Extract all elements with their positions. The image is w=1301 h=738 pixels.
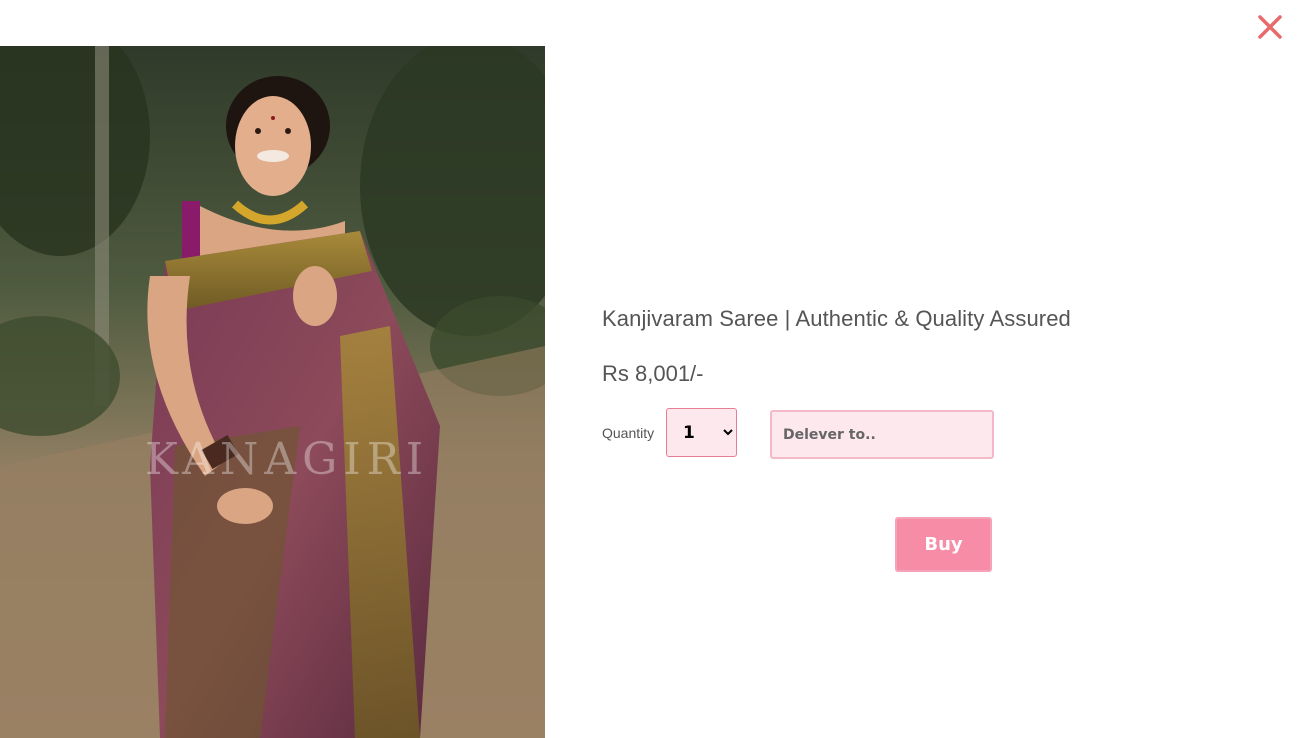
quantity-label: Quantity <box>602 425 655 441</box>
watermark-text: KANAGIRI <box>145 434 429 485</box>
close-icon <box>1258 15 1282 39</box>
product-title: Kanjivaram Saree | Authentic & Quality A… <box>602 306 1071 331</box>
buy-button[interactable]: Buy <box>895 517 992 572</box>
product-price: Rs 8,001/- <box>602 361 704 386</box>
deliver-to-input[interactable] <box>770 410 994 459</box>
product-image-illustration: KANAGIRI <box>0 46 545 738</box>
close-button[interactable] <box>1256 13 1284 41</box>
quantity-select[interactable]: 1 <box>666 408 737 457</box>
product-image: KANAGIRI <box>0 46 545 738</box>
